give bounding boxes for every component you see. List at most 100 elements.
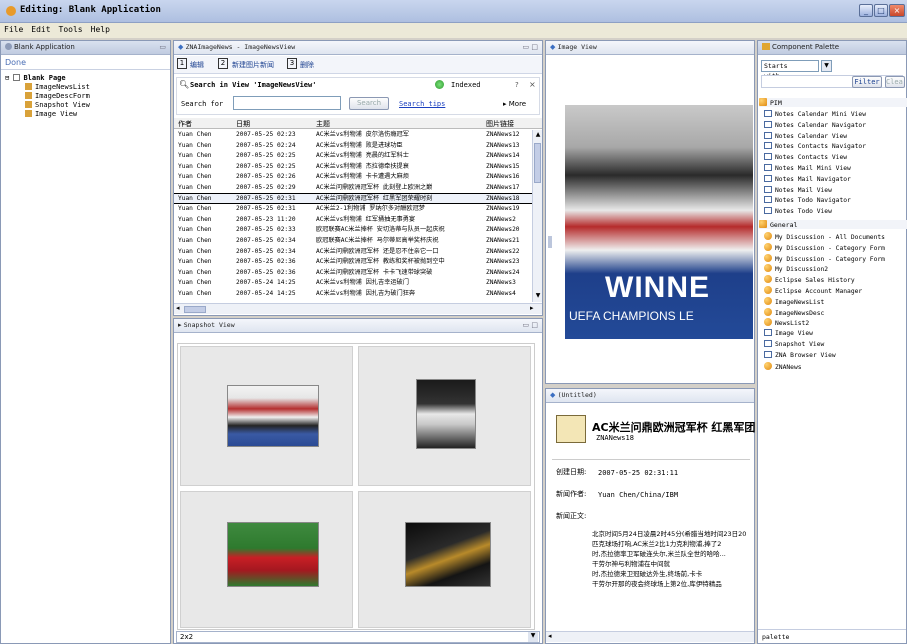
table-row[interactable]: Yuan Chen 2007-05-25 02:31 AC米兰问鼎欧洲冠军杯 红黑军… bbox=[174, 192, 532, 204]
table-row[interactable]: Yuan Chen 2007-05-24 14:25 AC米兰vs利物浦 因扎吉幸运… bbox=[174, 278, 532, 287]
palette-item[interactable]: Image View bbox=[764, 329, 813, 338]
palette-item[interactable]: Eclipse Account Manager bbox=[764, 286, 862, 295]
snapshot-image-4[interactable] bbox=[405, 522, 491, 587]
palette-item[interactable]: My Discussion - Category Form bbox=[764, 253, 885, 263]
tab-untitled[interactable]: ◆ (Untitled) bbox=[546, 389, 754, 403]
snapshot-cell-4[interactable] bbox=[358, 491, 531, 628]
table-row[interactable]: Yuan Chen 2007-05-25 02:36 AC米兰问鼎欧洲冠军杯 卡卡飞… bbox=[174, 268, 532, 277]
search-tips-link[interactable]: Search tips bbox=[399, 100, 445, 108]
palette-item[interactable]: Notes Contacts Navigator bbox=[764, 142, 866, 151]
maximize-button[interactable]: □ bbox=[874, 4, 888, 17]
new-image-news-button[interactable]: 新建图片新闻 bbox=[232, 60, 274, 70]
palette-item[interactable]: ZNA Browser View bbox=[764, 350, 836, 360]
table-row[interactable]: Yuan Chen 2007-05-25 02:31 AC米兰2-1利物浦 罗纳尔多… bbox=[174, 204, 532, 213]
palette-item[interactable]: My Discussion - Category Form bbox=[764, 242, 885, 252]
table-hscrollbar[interactable]: ◂ ▸ bbox=[174, 303, 542, 314]
delete-button[interactable]: 删除 bbox=[300, 60, 314, 70]
palette-item[interactable]: Eclipse Sales History bbox=[764, 275, 855, 284]
menu-edit[interactable]: Edit bbox=[27, 23, 54, 34]
tab-snapshot-view[interactable]: ▸ Snapshot View ▭ □ bbox=[174, 319, 542, 333]
snapshot-cell-1[interactable] bbox=[180, 346, 353, 486]
snapshot-cell-3[interactable] bbox=[180, 491, 353, 628]
snapshot-cell-2[interactable] bbox=[358, 346, 531, 486]
filter-button[interactable]: Filter bbox=[852, 76, 882, 88]
table-row[interactable]: Yuan Chen 2007-05-24 14:25 AC米兰vs利物浦 因扎吉为破… bbox=[174, 289, 532, 298]
palette-item[interactable]: ImageNewsDesc bbox=[764, 307, 824, 317]
table-row[interactable]: Yuan Chen 2007-05-25 02:25 AC米兰vs利物浦 杰拉德牵扶… bbox=[174, 162, 532, 171]
scroll-down-icon[interactable]: ▼ bbox=[534, 292, 542, 300]
menu-file[interactable]: File bbox=[0, 23, 27, 34]
snapshot-image-3[interactable] bbox=[227, 522, 319, 587]
table-row[interactable]: Yuan Chen 2007-05-25 02:34 AC米兰问鼎欧洲冠军杯 还是忍… bbox=[174, 247, 532, 256]
menu-tools[interactable]: Tools bbox=[55, 23, 87, 34]
edit-button[interactable]: 编辑 bbox=[190, 60, 204, 70]
palette-group-pim[interactable]: PIM bbox=[759, 98, 907, 107]
col-subject[interactable]: 主题 bbox=[316, 119, 330, 129]
minmax-icon[interactable]: ▭ □ bbox=[523, 41, 538, 54]
palette-group-general[interactable]: General bbox=[759, 220, 907, 229]
tab-image-view[interactable]: ◆ Image View bbox=[546, 41, 754, 55]
palette-item[interactable]: Snapshot View bbox=[764, 340, 824, 349]
palette-item[interactable]: ZNANews bbox=[764, 361, 802, 371]
palette-item[interactable]: Notes Todo View bbox=[764, 207, 832, 216]
palette-item[interactable]: NewsList2 bbox=[764, 318, 809, 327]
palette-item[interactable]: Notes Calendar Mini View bbox=[764, 110, 866, 119]
resize-handle[interactable] bbox=[548, 236, 552, 248]
tree-item-snapshot-view[interactable]: Snapshot View bbox=[5, 101, 90, 110]
help-icon[interactable]: ? bbox=[515, 81, 519, 89]
view-menu-icon[interactable]: ▭ bbox=[159, 41, 166, 54]
palette-item[interactable]: Notes Mail Mini View bbox=[764, 164, 851, 173]
tab-imagenewsview[interactable]: ◆ ZNAImageNews - ImageNewsView ▭ □ bbox=[174, 41, 542, 55]
detail-hscrollbar[interactable]: ◂ bbox=[546, 631, 754, 642]
search-input[interactable] bbox=[233, 96, 341, 110]
match-mode-select[interactable]: Starts with... bbox=[761, 60, 819, 80]
palette-item[interactable]: ImageNewsList bbox=[764, 296, 824, 306]
table-row[interactable]: Yuan Chen 2007-05-25 02:24 AC米兰vs利物浦 败是进球功… bbox=[174, 141, 532, 150]
tree-root[interactable]: ⊟ Blank Page bbox=[5, 74, 90, 83]
tree-item-imagedescform[interactable]: ImageDescForm bbox=[5, 92, 90, 101]
palette-item[interactable]: Notes Mail View bbox=[764, 185, 832, 195]
main-image[interactable]: WINNE UEFA CHAMPIONS LE bbox=[565, 105, 753, 339]
palette-item[interactable]: Notes Contacts View bbox=[764, 153, 847, 162]
scroll-left-icon[interactable]: ◂ bbox=[176, 304, 180, 312]
table-row[interactable]: Yuan Chen 2007-05-25 02:25 AC米兰vs利物浦 亮晨的红军… bbox=[174, 151, 532, 160]
minmax-icon[interactable]: ▭ □ bbox=[523, 319, 538, 332]
palette-item[interactable]: My Discussion - All Documents bbox=[764, 232, 885, 241]
palette-item[interactable]: Notes Calendar View bbox=[764, 131, 847, 141]
scroll-left-icon[interactable]: ◂ bbox=[548, 632, 552, 640]
scroll-thumb[interactable] bbox=[534, 143, 541, 183]
snapshot-image-1[interactable] bbox=[227, 385, 319, 447]
close-search-icon[interactable]: × bbox=[529, 80, 536, 89]
table-row[interactable]: Yuan Chen 2007-05-25 02:23 AC米兰vs利物浦 皮尔洛伤瘾… bbox=[174, 130, 532, 139]
search-button[interactable]: Search bbox=[349, 97, 389, 110]
scroll-up-icon[interactable]: ▲ bbox=[534, 131, 542, 139]
table-row[interactable]: Yuan Chen 2007-05-25 02:29 AC米兰问鼎欧洲冠军杯 此刻登… bbox=[174, 183, 532, 192]
clear-button[interactable]: Clear bbox=[885, 76, 905, 88]
palette-item[interactable]: Notes Mail Navigator bbox=[764, 174, 851, 184]
table-row[interactable]: Yuan Chen 2007-05-25 02:26 AC米兰vs利物浦 卡卡遭遇大… bbox=[174, 172, 532, 181]
col-author[interactable]: 作者 bbox=[178, 119, 192, 129]
layout-select[interactable]: 2x2 ▼ bbox=[176, 631, 540, 643]
col-date[interactable]: 日期 bbox=[236, 119, 250, 129]
table-row[interactable]: Yuan Chen 2007-05-23 11:20 AC米兰vs利物浦 红军捅抽无… bbox=[174, 215, 532, 224]
chevron-down-icon[interactable]: ▼ bbox=[821, 60, 832, 72]
table-scrollbar[interactable]: ▲ ▼ bbox=[532, 130, 542, 302]
more-toggle[interactable]: ▸ More bbox=[503, 100, 526, 108]
table-row[interactable]: Yuan Chen 2007-05-25 02:36 AC米兰问鼎欧洲冠军杯 教练和… bbox=[174, 257, 532, 266]
tab-component-palette[interactable]: Component Palette bbox=[758, 41, 906, 55]
col-image-link[interactable]: 图片链接 bbox=[486, 119, 514, 129]
table-row[interactable]: Yuan Chen 2007-05-25 02:34 欧冠联赛AC米兰捧杯 马尔蒂尼… bbox=[174, 236, 532, 245]
snapshot-image-2[interactable] bbox=[416, 379, 476, 449]
menu-help[interactable]: Help bbox=[87, 23, 114, 34]
hscroll-thumb[interactable] bbox=[184, 306, 206, 313]
minimize-button[interactable]: _ bbox=[859, 4, 873, 17]
palette-item[interactable]: Notes Todo Navigator bbox=[764, 196, 851, 205]
palette-item[interactable]: Notes Calendar Navigator bbox=[764, 120, 866, 130]
palette-item[interactable]: My Discussion2 bbox=[764, 264, 828, 273]
tree-item-image-view[interactable]: Image View bbox=[5, 110, 90, 119]
chevron-down-icon[interactable]: ▼ bbox=[528, 632, 538, 642]
tab-blank-application[interactable]: Blank Application ▭ bbox=[1, 41, 170, 55]
tree-item-imagenewslist[interactable]: ImageNewsList bbox=[5, 83, 90, 92]
table-row[interactable]: Yuan Chen 2007-05-25 02:33 欧冠联赛AC米兰捧杯 安切洛蒂… bbox=[174, 225, 532, 234]
scroll-right-icon[interactable]: ▸ bbox=[530, 304, 534, 312]
